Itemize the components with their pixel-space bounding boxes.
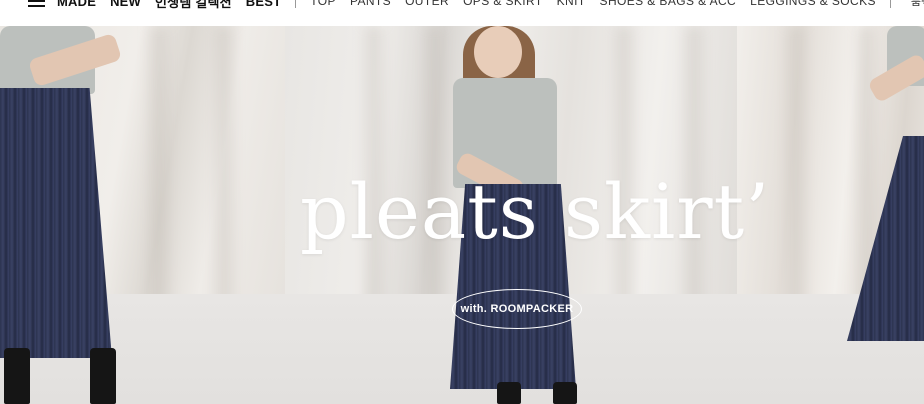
hero-banner[interactable]: pleats skirt’ with. ROOMPACKER	[0, 26, 924, 404]
nav-divider	[295, 0, 297, 8]
nav-bar: MADE NEW 인생템 컬렉션 BEST TOP PANTS OUTER OP…	[0, 0, 924, 11]
hero-photo-left	[0, 26, 285, 404]
nav-item-leggings-socks[interactable]: LEGGINGS & SOCKS	[750, 0, 876, 8]
hero-headline: pleats skirt’	[300, 167, 771, 256]
nav-item-made[interactable]: MADE	[57, 0, 96, 9]
nav-item-collection[interactable]: 인생템 컬렉션	[155, 0, 232, 11]
hamburger-icon[interactable]	[28, 0, 45, 7]
nav-divider	[889, 0, 891, 8]
top-navigation: MADE NEW 인생템 컬렉션 BEST TOP PANTS OUTER OP…	[0, 0, 924, 26]
collab-badge[interactable]: with. ROOMPACKER	[452, 289, 582, 329]
nav-item-pants[interactable]: PANTS	[350, 0, 391, 8]
nav-item-knit[interactable]: KNIT	[557, 0, 586, 8]
nav-item-top[interactable]: TOP	[310, 0, 336, 8]
nav-item-shoes-bags-acc[interactable]: SHOES & BAGS & ACC	[600, 0, 737, 8]
nav-item-outer[interactable]: OUTER	[405, 0, 449, 8]
nav-item-ops-skirt[interactable]: OPS & SKIRT	[463, 0, 543, 8]
nav-item-brand[interactable]: 룸팩커스	[911, 0, 924, 9]
nav-item-best[interactable]: BEST	[246, 0, 281, 9]
nav-item-new[interactable]: NEW	[110, 0, 141, 9]
collab-badge-label: with. ROOMPACKER	[460, 303, 574, 315]
